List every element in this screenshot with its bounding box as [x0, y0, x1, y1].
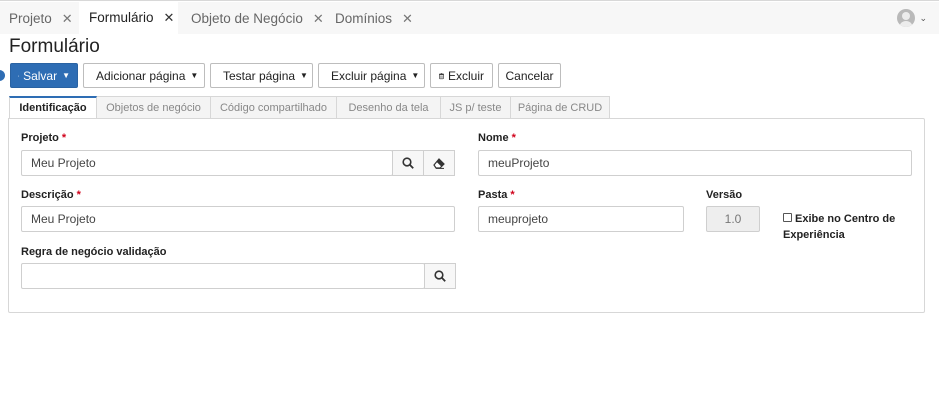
tab-objetos-de-negocio[interactable]: Objetos de negócio: [97, 96, 211, 119]
tab-dominios[interactable]: Domínios ✕: [335, 2, 413, 35]
tab-pagina-de-crud[interactable]: Página de CRUD: [511, 96, 610, 119]
delete-button-label: Excluir: [447, 68, 484, 83]
tab-formulario[interactable]: Formulário ✕: [79, 1, 178, 35]
caret-down-icon: ▼: [190, 71, 199, 80]
nome-field[interactable]: meuProjeto: [478, 150, 912, 176]
add-page-button[interactable]: Adicionar página ▼: [83, 63, 205, 88]
cancel-button-label: Cancelar: [505, 68, 554, 83]
tab-label: Formulário: [89, 10, 154, 25]
test-page-button-label: Testar página: [223, 68, 296, 83]
avatar: [897, 9, 916, 27]
exibe-label: Exibe no Centro de Experiência: [783, 213, 896, 241]
tab-label: Objeto de Negócio: [191, 11, 303, 26]
indicator-dot: [0, 70, 5, 81]
versao-label: Versão: [706, 189, 743, 201]
user-menu[interactable]: ⌄: [897, 9, 927, 27]
save-button-label: Salvar: [23, 68, 58, 83]
tab-label: Projeto: [9, 11, 52, 26]
close-icon[interactable]: ✕: [313, 11, 324, 27]
document-tab-bar: Projeto ✕ Formulário ✕ Objeto de Negócio…: [0, 0, 939, 35]
caret-down-icon: ▼: [300, 71, 308, 80]
search-icon: [434, 270, 446, 282]
projeto-field[interactable]: Meu Projeto: [21, 150, 393, 176]
floppy-disk-icon: [18, 74, 20, 77]
pasta-label: Pasta *: [478, 189, 515, 201]
add-page-button-label: Adicionar página: [96, 68, 186, 83]
checkbox-icon[interactable]: [783, 213, 792, 222]
tab-label: Domínios: [335, 11, 393, 26]
delete-page-button[interactable]: Excluir página ▼: [318, 63, 425, 88]
tab-projeto[interactable]: Projeto ✕: [9, 2, 73, 35]
tab-js-teste[interactable]: JS p/ teste: [441, 96, 511, 119]
regra-search-button[interactable]: [424, 263, 456, 289]
tab-identificacao[interactable]: Identificação: [9, 96, 97, 119]
eraser-icon: [433, 157, 445, 169]
tab-objeto-de-negocio[interactable]: Objeto de Negócio ✕: [191, 2, 324, 35]
save-button[interactable]: Salvar ▼: [10, 63, 78, 88]
descricao-label: Descrição *: [21, 189, 81, 201]
cancel-button[interactable]: Cancelar: [498, 63, 561, 88]
tab-desenho-da-tela[interactable]: Desenho da tela: [337, 96, 441, 119]
close-icon[interactable]: ✕: [62, 11, 73, 27]
caret-down-icon: ▼: [411, 71, 420, 80]
toolbar: Salvar ▼ Adicionar página ▼ Testar págin…: [10, 63, 561, 88]
delete-page-button-label: Excluir página: [331, 68, 407, 83]
nome-label: Nome *: [478, 132, 516, 144]
close-icon[interactable]: ✕: [402, 11, 413, 27]
projeto-clear-button[interactable]: [423, 150, 455, 176]
page-title: Formulário: [9, 36, 100, 57]
test-page-button[interactable]: Testar página ▼: [210, 63, 313, 88]
section-tabs: Identificação Objetos de negócio Código …: [9, 96, 610, 119]
chevron-down-icon: ⌄: [919, 12, 927, 23]
descricao-field[interactable]: Meu Projeto: [21, 206, 455, 232]
projeto-label: Projeto *: [21, 132, 67, 144]
caret-down-icon: ▼: [62, 71, 70, 80]
close-icon[interactable]: ✕: [164, 10, 175, 26]
regra-label: Regra de negócio validação: [21, 246, 167, 258]
tab-codigo-compartilhado[interactable]: Código compartilhado: [211, 96, 337, 119]
exibe-checkbox[interactable]: Exibe no Centro de Experiência: [783, 211, 913, 243]
regra-field[interactable]: [21, 263, 425, 289]
versao-field: 1.0: [706, 206, 760, 232]
trash-icon: [439, 72, 444, 79]
delete-button[interactable]: Excluir: [430, 63, 493, 88]
search-icon: [402, 157, 414, 169]
pasta-field[interactable]: meuprojeto: [478, 206, 684, 232]
projeto-search-button[interactable]: [392, 150, 424, 176]
